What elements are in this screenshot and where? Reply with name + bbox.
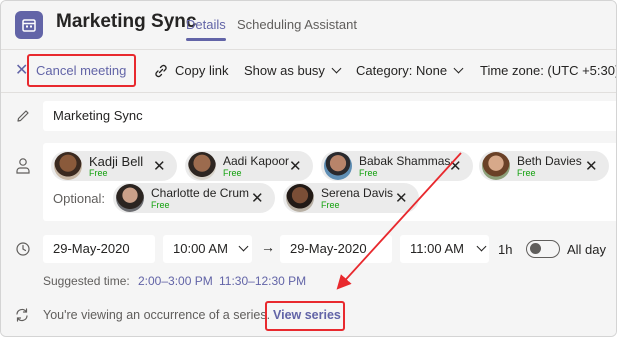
attendee-status: Free bbox=[89, 168, 108, 178]
page-title: Marketing Sync bbox=[56, 11, 197, 32]
attendee-chip: Serena Davis Free ✕ bbox=[283, 183, 419, 213]
attendee-chip: Kadji Bell Free ✕ bbox=[51, 151, 177, 181]
attendee-status: Free bbox=[517, 168, 536, 178]
category-label: Category: None bbox=[356, 63, 448, 78]
attendee-chip: Aadi Kapoor Free ✕ bbox=[185, 151, 313, 181]
clock-icon bbox=[15, 241, 31, 262]
series-info-text: You're viewing an occurrence of a series… bbox=[43, 308, 271, 322]
optional-label: Optional: bbox=[53, 191, 106, 206]
tab-details[interactable]: Details bbox=[186, 17, 226, 41]
all-day-toggle[interactable] bbox=[526, 240, 560, 258]
show-as-dropdown[interactable]: Show as busy bbox=[244, 63, 342, 78]
avatar bbox=[482, 152, 510, 180]
attendee-name: Babak Shammas bbox=[359, 154, 451, 168]
attendee-chip: Charlotte de Crum Free ✕ bbox=[113, 183, 275, 213]
arrow-right-icon: → bbox=[261, 239, 275, 255]
start-time-value: 10:00 AM bbox=[173, 241, 228, 256]
attendee-chip: Babak Shammas Free ✕ bbox=[321, 151, 473, 181]
chevron-down-icon bbox=[331, 63, 342, 74]
tab-scheduling-assistant[interactable]: Scheduling Assistant bbox=[237, 17, 357, 32]
chevron-down-icon bbox=[476, 241, 487, 252]
meeting-window: Marketing Sync Details Scheduling Assist… bbox=[0, 0, 617, 337]
chevron-down-icon bbox=[238, 241, 249, 252]
remove-attendee-icon[interactable]: ✕ bbox=[289, 157, 302, 175]
toggle-knob bbox=[530, 243, 541, 254]
repeat-icon bbox=[14, 307, 30, 328]
remove-attendee-icon[interactable]: ✕ bbox=[395, 189, 408, 207]
title-input[interactable]: Marketing Sync bbox=[43, 101, 616, 131]
attendee-name: Kadji Bell bbox=[89, 154, 144, 169]
header: Marketing Sync Details Scheduling Assist… bbox=[1, 1, 616, 49]
end-time-value: 11:00 AM bbox=[410, 241, 464, 256]
pencil-icon bbox=[15, 108, 31, 129]
start-date-input[interactable]: 29-May-2020 bbox=[43, 235, 155, 263]
avatar bbox=[324, 152, 352, 180]
calendar-icon bbox=[15, 11, 43, 39]
copy-link-button[interactable]: Copy link bbox=[175, 63, 228, 78]
all-day-label: All day bbox=[567, 242, 607, 257]
meeting-details: Marketing Sync Kadji Bell Free ✕ Aadi Ka… bbox=[1, 93, 616, 336]
avatar bbox=[116, 184, 144, 212]
suggested-slot-link[interactable]: 11:30–12:30 PM bbox=[219, 274, 306, 288]
attendee-name: Serena Davis bbox=[321, 186, 394, 200]
remove-attendee-icon[interactable]: ✕ bbox=[585, 157, 598, 175]
avatar bbox=[188, 152, 216, 180]
chevron-down-icon bbox=[453, 63, 464, 74]
attendee-status: Free bbox=[223, 168, 242, 178]
timezone-dropdown[interactable]: Time zone: (UTC +5:30) In bbox=[480, 63, 616, 78]
attendee-name: Charlotte de Crum bbox=[151, 186, 250, 200]
end-time-dropdown[interactable]: 11:00 AM bbox=[400, 235, 489, 263]
suggested-slot-link[interactable]: 2:00–3:00 PM bbox=[138, 274, 213, 288]
cancel-highlight-box bbox=[27, 54, 136, 87]
attendee-name: Aadi Kapoor bbox=[223, 154, 290, 168]
category-dropdown[interactable]: Category: None bbox=[356, 63, 464, 78]
link-icon bbox=[153, 63, 169, 84]
attendee-status: Free bbox=[359, 168, 378, 178]
remove-attendee-icon[interactable]: ✕ bbox=[251, 189, 264, 207]
remove-attendee-icon[interactable]: ✕ bbox=[153, 157, 166, 175]
person-icon bbox=[15, 157, 31, 180]
start-time-dropdown[interactable]: 10:00 AM bbox=[163, 235, 252, 263]
attendee-name: Beth Davies bbox=[517, 154, 582, 168]
end-date-input[interactable]: 29-May-2020 bbox=[280, 235, 392, 263]
attendee-status: Free bbox=[151, 200, 170, 210]
duration-label: 1h bbox=[498, 242, 513, 257]
avatar bbox=[286, 184, 314, 212]
attendee-chip: Beth Davies Free ✕ bbox=[479, 151, 609, 181]
toolbar: ✕ Cancel meeting Copy link Show as busy … bbox=[1, 49, 616, 93]
attendee-status: Free bbox=[321, 200, 340, 210]
avatar bbox=[54, 152, 82, 180]
suggested-time-label: Suggested time: bbox=[43, 274, 130, 288]
remove-attendee-icon[interactable]: ✕ bbox=[449, 157, 462, 175]
view-series-highlight-box bbox=[265, 301, 345, 331]
show-as-label: Show as busy bbox=[244, 63, 325, 78]
